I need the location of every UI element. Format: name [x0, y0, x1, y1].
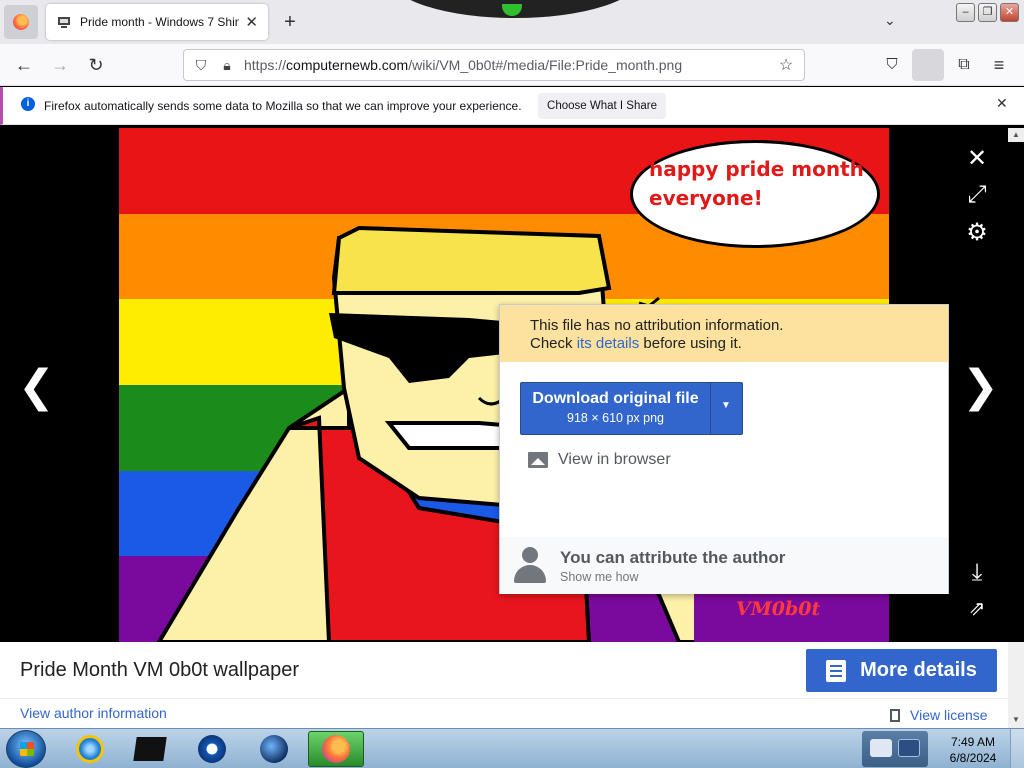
firefox-view-button[interactable]	[4, 5, 38, 39]
scrollbar-down-arrow[interactable]: ▼	[1008, 712, 1024, 728]
action-center-icon[interactable]	[870, 739, 892, 757]
lock-icon[interactable]: 🔒︎	[218, 56, 236, 74]
new-tab-button[interactable]: +	[278, 10, 302, 34]
system-clock[interactable]: 7:49 AM 6/8/2024	[945, 734, 1001, 766]
user-avatar-icon	[514, 547, 546, 583]
taskbar-media-center[interactable]	[122, 731, 178, 767]
file-info-bar: Pride Month VM 0b0t wallpaper More detai…	[0, 642, 1008, 698]
notification-close-icon[interactable]: ✕	[996, 95, 1008, 112]
restore-button[interactable]: ❐	[978, 3, 997, 22]
computernewb-favicon	[58, 17, 70, 28]
show-desktop-button[interactable]	[1010, 729, 1024, 768]
address-bar[interactable]: ⛉ 🔒︎ https://computernewb.com/wiki/VM_0b…	[183, 49, 805, 81]
notification-bar: i Firefox automatically sends some data …	[0, 87, 1024, 125]
image-icon	[528, 452, 548, 468]
taskbar-media-player[interactable]	[184, 731, 240, 767]
share-icon[interactable]: ⇗	[962, 596, 992, 621]
tab-strip: Pride month - Windows 7 Shine ✕ + ⌄ – ❐ …	[0, 0, 1024, 44]
hamburger-menu-icon[interactable]: ≡	[987, 53, 1011, 77]
navigation-toolbar: ← → ↻ ⛉ 🔒︎ https://computernewb.com/wiki…	[0, 44, 1024, 86]
bookmark-star-icon[interactable]: ☆	[776, 55, 796, 75]
firefox-icon	[322, 735, 350, 763]
back-button[interactable]: ←	[12, 53, 36, 77]
download-popup: This file has no attribution information…	[499, 304, 949, 594]
close-viewer-icon[interactable]: ✕	[962, 144, 992, 173]
artist-signature: VM0b0t	[736, 598, 821, 620]
taskbar-firefox[interactable]	[308, 731, 364, 767]
tab-pride-month[interactable]: Pride month - Windows 7 Shine ✕	[46, 4, 268, 40]
tab-title: Pride month - Windows 7 Shine	[80, 15, 240, 29]
next-image-arrow-icon[interactable]: ❯	[962, 361, 999, 412]
system-tray[interactable]	[862, 731, 928, 767]
attribution-warning: This file has no attribution information…	[500, 305, 948, 362]
taskbar-internet-explorer[interactable]	[62, 731, 118, 767]
download-original-file-button[interactable]: Download original file 918 × 610 px png …	[520, 382, 743, 435]
more-details-button[interactable]: More details	[806, 649, 997, 692]
file-links-bar: View author information View license	[0, 698, 1008, 728]
download-icon[interactable]: ⤓	[962, 559, 992, 587]
forward-button[interactable]: →	[48, 53, 72, 77]
windows-taskbar: 7:49 AM 6/8/2024	[0, 728, 1024, 768]
network-icon[interactable]	[898, 739, 920, 757]
view-license-link[interactable]: View license	[890, 707, 988, 723]
fullscreen-icon[interactable]: ⤢	[962, 181, 992, 209]
view-author-information-link[interactable]: View author information	[20, 705, 167, 721]
firefox-icon	[13, 14, 29, 30]
license-icon	[890, 708, 900, 722]
taskbar-network-app[interactable]	[246, 731, 302, 767]
extension-placeholder[interactable]	[912, 49, 944, 81]
choose-what-i-share-button[interactable]: Choose What I Share	[538, 93, 666, 119]
settings-gear-icon[interactable]: ⚙	[962, 218, 992, 247]
start-button[interactable]	[6, 730, 46, 768]
internet-explorer-icon	[76, 735, 104, 763]
reload-button[interactable]: ↻	[84, 53, 108, 77]
shield-icon[interactable]: ⛉	[192, 56, 210, 74]
previous-image-arrow-icon[interactable]: ❮	[18, 361, 55, 412]
notification-message: Firefox automatically sends some data to…	[44, 99, 522, 113]
close-window-button[interactable]: ✕	[1000, 3, 1019, 22]
view-in-browser-link[interactable]: View in browser	[528, 451, 671, 469]
details-list-icon	[826, 659, 847, 682]
media-player-icon	[198, 735, 226, 763]
media-center-icon	[133, 737, 167, 761]
attribute-author-section[interactable]: You can attribute the author Show me how	[500, 537, 948, 594]
windows-logo-icon	[20, 742, 34, 756]
list-all-tabs-chevron-icon[interactable]: ⌄	[884, 12, 896, 29]
scrollbar-up-arrow[interactable]: ▲	[1008, 128, 1024, 142]
url-text[interactable]: https://computernewb.com/wiki/VM_0b0t#/m…	[244, 57, 776, 73]
speech-bubble-text: happy pride month everyone!	[649, 157, 864, 210]
minimize-button[interactable]: –	[956, 3, 975, 22]
download-options-caret-icon[interactable]: ▼	[721, 400, 731, 411]
its-details-link[interactable]: its details	[577, 335, 640, 352]
show-me-how-link[interactable]: Show me how	[560, 570, 639, 584]
globe-icon	[260, 735, 288, 763]
extensions-puzzle-icon[interactable]: ⧉	[952, 53, 976, 77]
pocket-icon[interactable]: ⛉	[880, 53, 904, 77]
file-title: Pride Month VM 0b0t wallpaper	[20, 659, 300, 681]
tab-close-icon[interactable]: ✕	[245, 13, 258, 31]
info-icon: i	[21, 97, 35, 111]
